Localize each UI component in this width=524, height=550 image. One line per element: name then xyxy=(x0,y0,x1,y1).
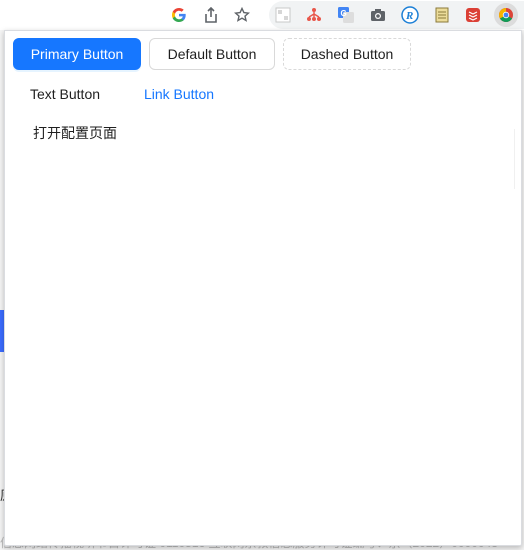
open-config-page-link[interactable]: 打开配置页面 xyxy=(33,124,117,144)
extension-popup: Primary Button Default Button Dashed But… xyxy=(4,30,522,546)
svg-text:G: G xyxy=(341,9,347,18)
google-g-icon[interactable] xyxy=(168,4,190,26)
ext-r-icon[interactable]: R xyxy=(399,4,421,26)
camera-icon[interactable] xyxy=(367,4,389,26)
default-button[interactable]: Default Button xyxy=(149,38,275,70)
star-icon[interactable] xyxy=(231,4,253,26)
ext-notebook-icon[interactable] xyxy=(431,4,453,26)
text-button[interactable]: Text Button xyxy=(14,78,116,110)
browser-toolbar: G R xyxy=(0,0,524,30)
link-button[interactable]: Link Button xyxy=(128,78,230,110)
share-icon[interactable] xyxy=(200,4,222,26)
google-translate-icon[interactable]: G xyxy=(335,4,357,26)
dashed-button[interactable]: Dashed Button xyxy=(283,38,411,70)
ext-pattern-icon[interactable] xyxy=(272,4,294,26)
svg-text:R: R xyxy=(405,10,413,22)
chrome-icon[interactable] xyxy=(494,3,518,27)
ext-tree-icon[interactable] xyxy=(303,4,325,26)
scrollbar-track xyxy=(514,129,515,189)
todoist-icon[interactable] xyxy=(462,4,484,26)
primary-button[interactable]: Primary Button xyxy=(13,38,141,70)
